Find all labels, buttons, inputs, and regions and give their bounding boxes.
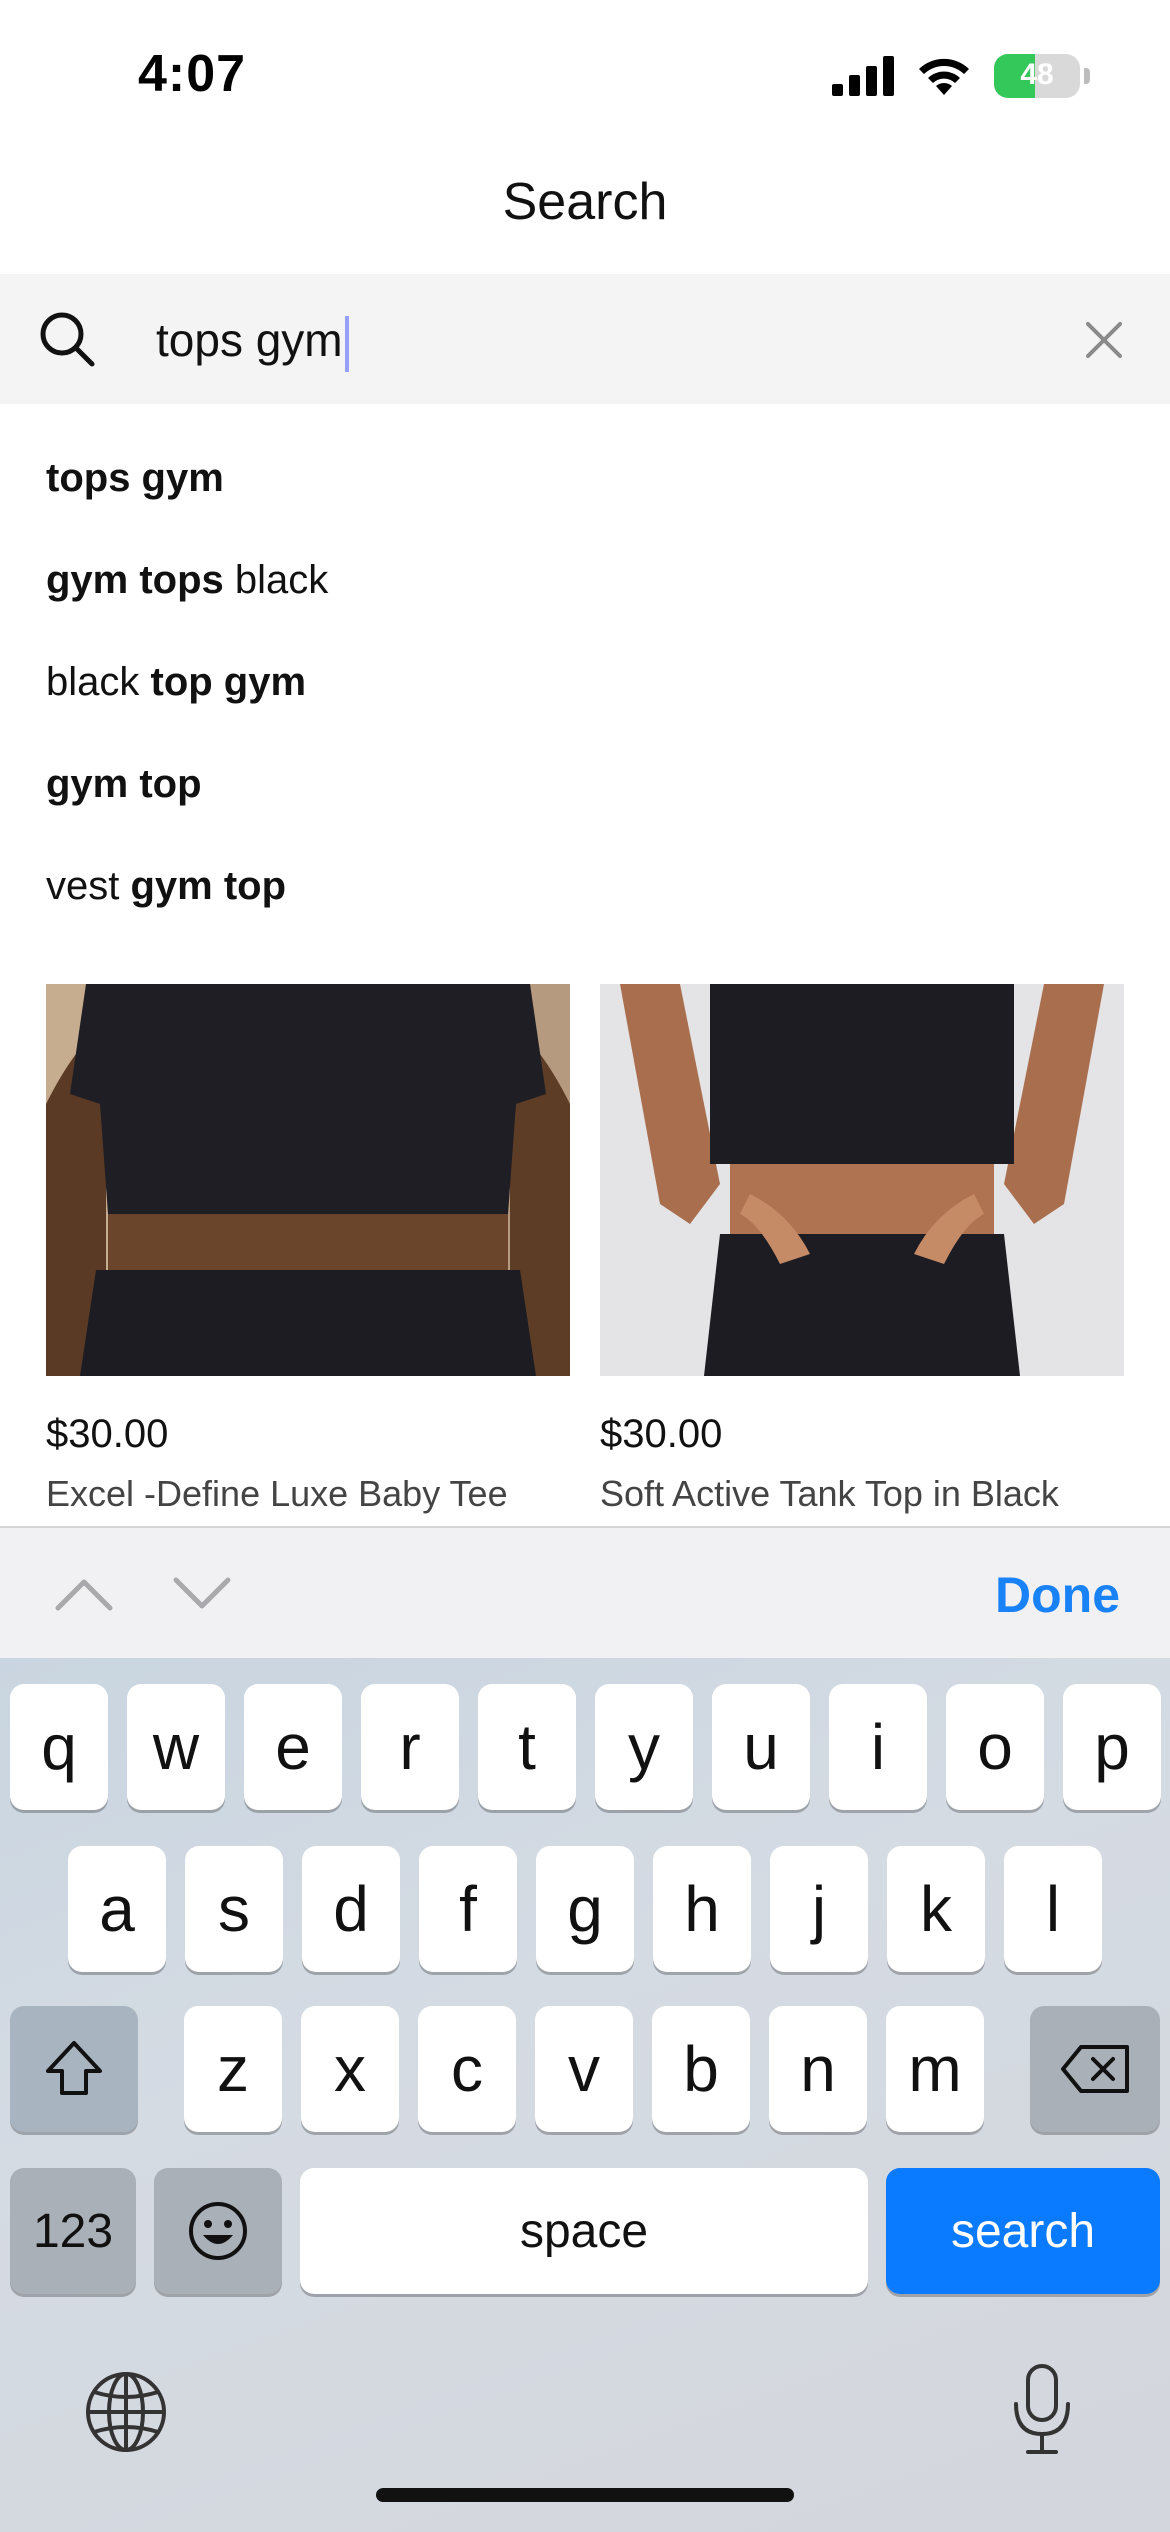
- home-indicator: [376, 2488, 794, 2502]
- done-button[interactable]: Done: [995, 1566, 1120, 1624]
- key-v[interactable]: v: [535, 2006, 633, 2132]
- suggestion-text: black: [46, 660, 151, 704]
- search-bar[interactable]: tops gym: [0, 274, 1170, 404]
- search-suggestion[interactable]: gym tops black: [46, 542, 328, 644]
- status-bar: 4:07 48: [0, 0, 1170, 150]
- search-suggestion[interactable]: black top gym: [46, 644, 328, 746]
- search-suggestion[interactable]: vest gym top: [46, 848, 328, 950]
- key-z[interactable]: z: [184, 2006, 282, 2132]
- suggestion-list: tops gym gym tops black black top gym gym t…: [46, 440, 328, 950]
- battery-percent: 48: [1020, 58, 1054, 91]
- key-y[interactable]: y: [595, 1684, 693, 1810]
- suggestion-text: vest: [46, 864, 131, 908]
- key-p[interactable]: p: [1063, 1684, 1161, 1810]
- product-image[interactable]: [46, 984, 570, 1376]
- status-time: 4:07: [138, 45, 247, 103]
- product-image[interactable]: [600, 984, 1124, 1376]
- key-x[interactable]: x: [301, 2006, 399, 2132]
- backspace-key[interactable]: [1030, 2006, 1160, 2132]
- suggestion-text: gym top: [46, 762, 202, 806]
- keyboard-accessory-bar: Done: [0, 1526, 1170, 1658]
- search-input-value: tops gym: [156, 314, 343, 366]
- text-caret: [344, 315, 349, 372]
- chevron-up-icon[interactable]: [54, 1576, 114, 1612]
- space-key[interactable]: space: [300, 2168, 868, 2294]
- suggestion-text: gym tops: [46, 558, 224, 602]
- key-d[interactable]: d: [302, 1846, 400, 1972]
- suggestion-text: tops gym: [46, 456, 224, 500]
- key-b[interactable]: b: [652, 2006, 750, 2132]
- key-e[interactable]: e: [244, 1684, 342, 1810]
- status-icons: 48: [832, 54, 1090, 98]
- key-u[interactable]: u: [712, 1684, 810, 1810]
- battery-icon: 48: [994, 54, 1080, 98]
- key-k[interactable]: k: [887, 1846, 985, 1972]
- search-icon: [40, 312, 95, 367]
- key-w[interactable]: w: [127, 1684, 225, 1810]
- key-o[interactable]: o: [946, 1684, 1044, 1810]
- key-i[interactable]: i: [829, 1684, 927, 1810]
- product-price: $30.00: [600, 1412, 723, 1456]
- key-m[interactable]: m: [886, 2006, 984, 2132]
- product-card[interactable]: $30.00 Soft Active Tank Top in Black: [600, 984, 1124, 1515]
- key-r[interactable]: r: [361, 1684, 459, 1810]
- wifi-icon: [919, 58, 969, 95]
- product-card[interactable]: $30.00 Excel -Define Luxe Baby Tee: [46, 984, 570, 1515]
- search-input[interactable]: tops gym: [156, 308, 1056, 372]
- suggestion-text: gym top: [130, 864, 287, 908]
- key-h[interactable]: h: [653, 1846, 751, 1972]
- cellular-signal-icon: [832, 56, 894, 96]
- numbers-key[interactable]: 123: [10, 2168, 136, 2294]
- globe-icon[interactable]: [84, 2370, 168, 2454]
- product-name[interactable]: Excel -Define Luxe Baby Tee: [46, 1473, 570, 1515]
- key-j[interactable]: j: [770, 1846, 868, 1972]
- suggestion-text: black: [223, 558, 329, 602]
- key-t[interactable]: t: [478, 1684, 576, 1810]
- chevron-down-icon[interactable]: [172, 1576, 232, 1612]
- key-q[interactable]: q: [10, 1684, 108, 1810]
- search-suggestion[interactable]: gym top: [46, 746, 328, 848]
- emoji-key[interactable]: [154, 2168, 282, 2294]
- emoji-icon: [189, 2202, 247, 2260]
- key-a[interactable]: a: [68, 1846, 166, 1972]
- backspace-icon: [1061, 2045, 1129, 2093]
- key-s[interactable]: s: [185, 1846, 283, 1972]
- microphone-icon[interactable]: [1010, 2362, 1074, 2458]
- key-g[interactable]: g: [536, 1846, 634, 1972]
- key-c[interactable]: c: [418, 2006, 516, 2132]
- close-icon[interactable]: [1084, 320, 1124, 360]
- shift-icon: [46, 2041, 102, 2095]
- battery-nub: [1084, 68, 1090, 84]
- shift-key[interactable]: [10, 2006, 138, 2132]
- search-key[interactable]: search: [886, 2168, 1160, 2294]
- key-n[interactable]: n: [769, 2006, 867, 2132]
- key-f[interactable]: f: [419, 1846, 517, 1972]
- key-l[interactable]: l: [1004, 1846, 1102, 1972]
- page-title: Search: [502, 173, 668, 231]
- product-name[interactable]: Soft Active Tank Top in Black: [600, 1473, 1124, 1515]
- search-suggestion[interactable]: tops gym: [46, 440, 328, 542]
- product-price: $30.00: [46, 1412, 169, 1456]
- suggestion-text: top gym: [150, 660, 307, 704]
